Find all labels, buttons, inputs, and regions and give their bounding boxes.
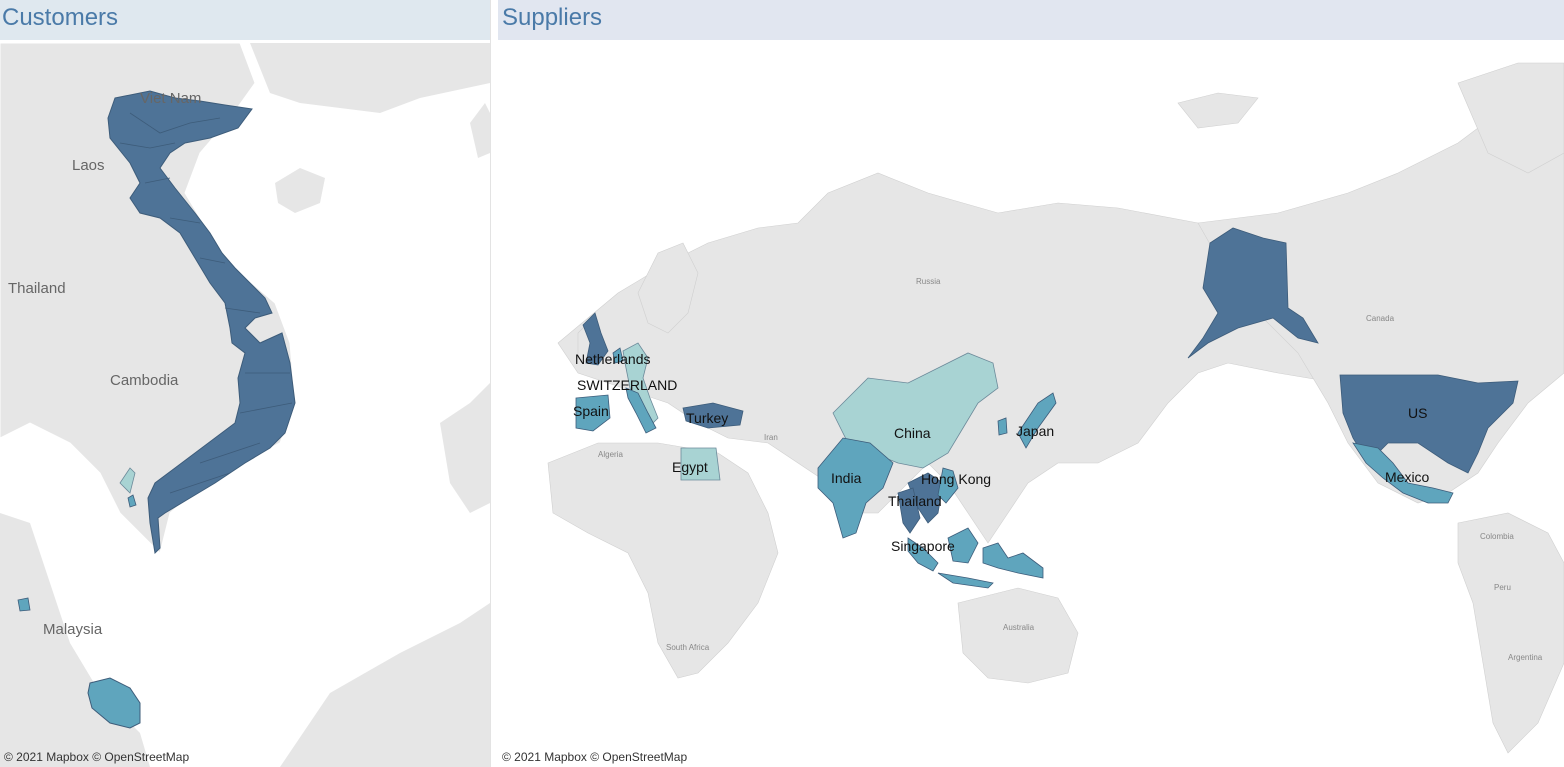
philippines-land xyxy=(440,383,490,513)
borneo-land xyxy=(280,603,490,767)
africa-land xyxy=(547,442,779,679)
customers-header: Customers xyxy=(0,0,490,40)
china-coast-land xyxy=(250,43,490,113)
thailand-base-label: Thailand xyxy=(8,280,66,297)
japan-label: Japan xyxy=(1016,423,1054,439)
malay-peninsula-land xyxy=(0,513,150,767)
south-africa-label: South Africa xyxy=(666,643,710,652)
india-label: India xyxy=(831,470,862,486)
iran-label: Iran xyxy=(764,433,778,442)
us-label: US xyxy=(1408,405,1427,421)
thailand-label: Thailand xyxy=(888,493,942,509)
suppliers-map-svg[interactable]: Russia Canada Algeria Iran Australia Sou… xyxy=(498,43,1564,767)
canada-label: Canada xyxy=(1366,314,1395,323)
netherlands-label: Netherlands xyxy=(575,351,651,367)
peru-label: Peru xyxy=(1494,583,1511,592)
suppliers-header: Suppliers xyxy=(498,0,1564,40)
suppliers-title: Suppliers xyxy=(502,4,603,31)
laos-label: Laos xyxy=(72,157,105,174)
argentina-label: Argentina xyxy=(1508,653,1543,662)
langkawi-region[interactable] xyxy=(17,597,31,612)
suppliers-map-credit[interactable]: © 2021 Mapbox © OpenStreetMap xyxy=(502,750,687,764)
mexico-label: Mexico xyxy=(1385,469,1430,485)
customers-map[interactable]: Laos Thailand Cambodia Malaysia Viet Nam… xyxy=(0,43,490,767)
cambodia-label: Cambodia xyxy=(110,372,179,389)
russia-label: Russia xyxy=(916,277,941,286)
switzerland-label: SWITZERLAND xyxy=(577,377,677,393)
malaysia-label: Malaysia xyxy=(43,621,103,638)
java-region[interactable] xyxy=(937,572,994,589)
hong-kong-label: Hong Kong xyxy=(921,471,991,487)
taiwan-land xyxy=(470,103,490,158)
suppliers-panel: Suppliers Russia Canada Algeria Iran Aus… xyxy=(498,0,1564,767)
egypt-label: Egypt xyxy=(672,459,708,475)
south-america-land xyxy=(1457,512,1564,754)
algeria-label: Algeria xyxy=(598,450,623,459)
australia-label: Australia xyxy=(1003,623,1035,632)
customers-panel: Customers Laos Thailand Cambodia Malaysi… xyxy=(0,0,490,767)
turkey-label: Turkey xyxy=(686,410,728,426)
sulawesi-region[interactable] xyxy=(982,542,1044,579)
korea-region[interactable] xyxy=(997,417,1008,436)
panel-divider xyxy=(490,0,491,767)
china-label: China xyxy=(894,425,931,441)
spain-label: Spain xyxy=(573,403,609,419)
customers-title: Customers xyxy=(2,4,119,31)
vietnam-label: Viet Nam xyxy=(140,90,201,107)
colombia-label: Colombia xyxy=(1480,532,1514,541)
hainan-land xyxy=(275,168,325,213)
australia-land xyxy=(957,587,1079,684)
arctic-islands-land xyxy=(1177,92,1259,129)
suppliers-map[interactable]: Russia Canada Algeria Iran Australia Sou… xyxy=(498,43,1564,767)
singapore-label: Singapore xyxy=(891,538,955,554)
customers-map-credit[interactable]: © 2021 Mapbox © OpenStreetMap xyxy=(4,750,189,764)
customers-map-svg[interactable]: Laos Thailand Cambodia Malaysia Viet Nam xyxy=(0,43,490,767)
